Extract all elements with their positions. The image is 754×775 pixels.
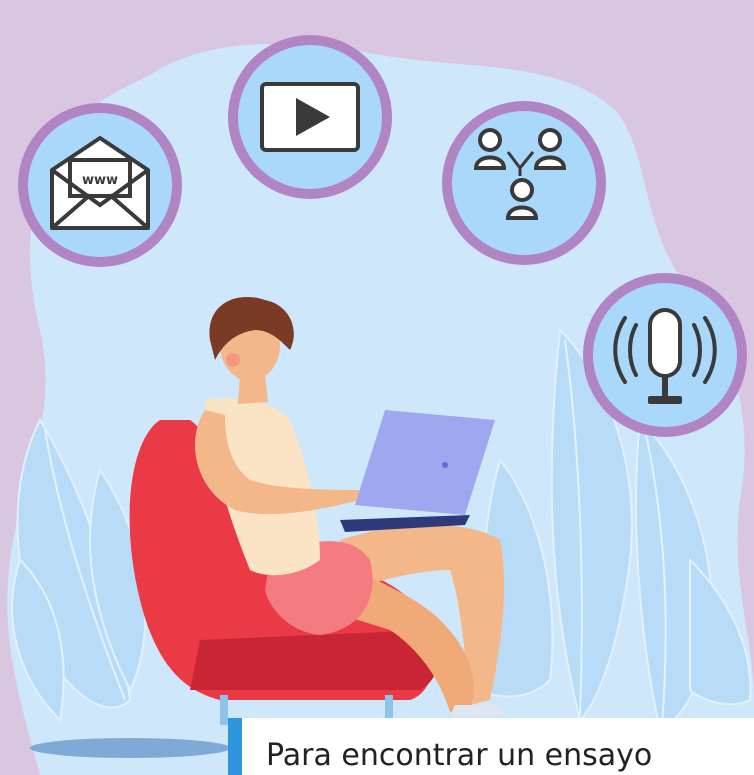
caption-text: Para encontrar un ensayo [228,718,754,775]
envelope-www-icon: www [18,103,182,267]
illustration-scene: www [7,35,754,775]
video-play-icon [228,35,392,199]
envelope-www-label: www [82,173,118,188]
people-network-icon [442,101,606,265]
microphone-broadcast-icon [583,273,747,437]
floor-shadow [30,738,230,758]
